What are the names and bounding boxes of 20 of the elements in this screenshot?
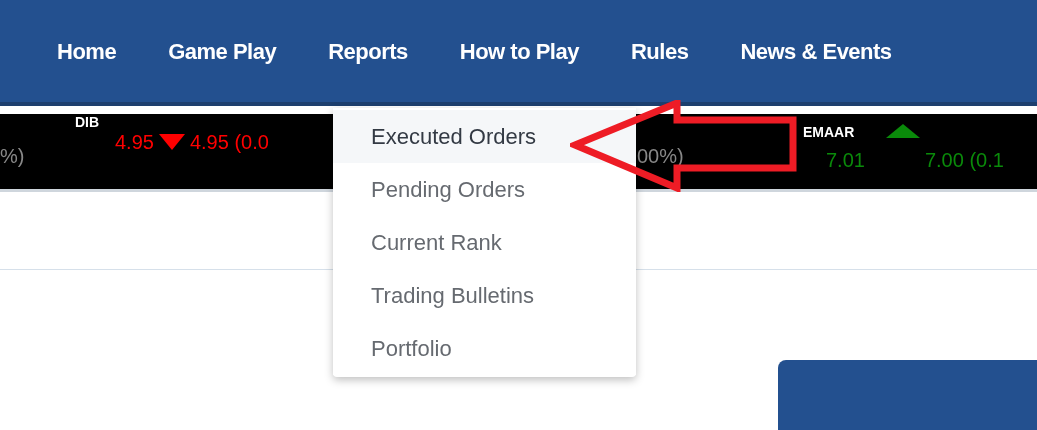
menu-item[interactable]: Pending Orders (333, 163, 636, 216)
nav-link[interactable]: Reports (328, 34, 408, 68)
ticker-price: 7.01 (826, 148, 865, 172)
nav-link[interactable]: Rules (630, 34, 689, 68)
nav-link[interactable]: News & Events (740, 34, 892, 68)
menu-item[interactable]: Trading Bulletins (333, 269, 636, 322)
ticker-symbol: EMAAR (803, 124, 856, 140)
ticker-change: 4.95 (0.0 (189, 130, 269, 154)
ticker-change: %) (0, 144, 26, 168)
nav-link[interactable]: Home (57, 34, 117, 68)
nav-link[interactable]: How to Play (459, 34, 579, 68)
arrow-icon (570, 100, 800, 192)
ticker-price: 4.95 (115, 130, 154, 154)
ticker-change: 7.00 (0.1 (924, 148, 1004, 172)
menu-item[interactable]: Executed Orders (333, 110, 636, 163)
nav-link[interactable]: Game Play (168, 34, 277, 68)
menu-item[interactable]: Current Rank (333, 216, 636, 269)
menu-item[interactable]: Portfolio (333, 322, 636, 375)
ticker-symbol: DIB (74, 114, 101, 130)
ticker-change: 00%) (637, 144, 685, 168)
